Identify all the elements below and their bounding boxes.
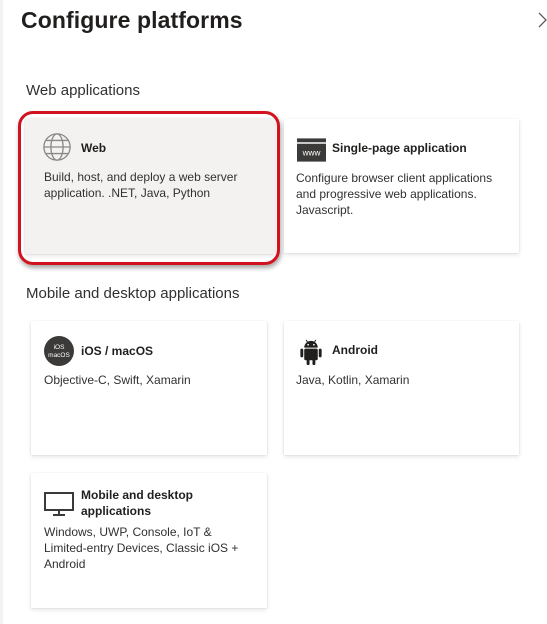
platform-card-spa[interactable]: www Single-page application Configure br… — [284, 119, 519, 253]
panel-left-edge — [0, 0, 3, 624]
card-description: Build, host, and deploy a web server app… — [44, 170, 238, 200]
svg-text:macOS: macOS — [48, 352, 70, 359]
platform-card-android[interactable]: Android Java, Kotlin, Xamarin — [284, 321, 519, 455]
card-title: Android — [332, 343, 378, 357]
section-heading-web: Web applications — [26, 82, 140, 99]
card-title: Web — [81, 141, 107, 155]
svg-text:www: www — [302, 148, 321, 157]
card-title: Single-page application — [332, 141, 467, 155]
platform-card-desktop[interactable]: Mobile and desktop applications Windows,… — [31, 473, 267, 608]
card-description: Configure browser client applications an… — [296, 171, 493, 217]
platform-card-web[interactable]: Web Build, host, and deploy a web server… — [25, 118, 275, 254]
desktop-monitor-icon — [44, 492, 74, 516]
www-browser-icon: www — [297, 138, 326, 162]
globe-icon — [43, 133, 71, 161]
card-description: Objective-C, Swift, Xamarin — [44, 373, 191, 387]
card-title: iOS / macOS — [81, 344, 154, 358]
ios-macos-icon: iOS macOS — [44, 336, 74, 366]
card-title: Mobile and desktop applications — [81, 488, 194, 518]
configure-platforms-panel: Configure platforms Web applications Web… — [0, 0, 547, 624]
android-icon — [300, 339, 322, 366]
panel-title: Configure platforms — [21, 7, 243, 33]
card-description: Windows, UWP, Console, IoT & Limited-ent… — [44, 525, 239, 571]
platform-card-ios[interactable]: iOS macOS iOS / macOS Objective-C, Swift… — [31, 321, 267, 455]
card-description: Java, Kotlin, Xamarin — [296, 373, 410, 387]
chevron-right-icon[interactable] — [538, 12, 547, 28]
svg-text:iOS: iOS — [54, 344, 66, 351]
section-heading-mobile: Mobile and desktop applications — [26, 285, 240, 302]
